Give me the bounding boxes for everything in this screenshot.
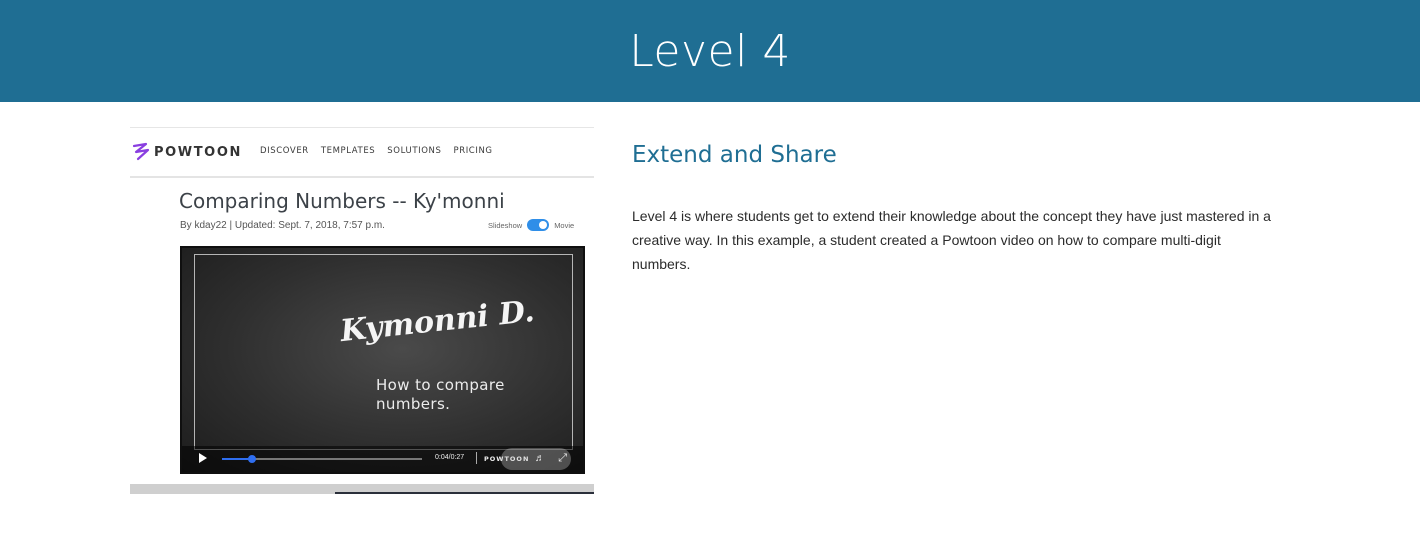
controls-divider <box>476 452 477 464</box>
screenshot-bottom-strip <box>335 492 594 494</box>
video-time: 0:04/0:27 <box>435 454 465 461</box>
section-body: Level 4 is where students get to extend … <box>632 208 1271 272</box>
chalk-subtitle: How to compare numbers. <box>376 376 505 413</box>
powtoon-brand: POWTOON <box>154 145 242 160</box>
video-controls: 0:04/0:27 POWTOON ♬ ⤢ <box>182 446 583 472</box>
powtoon-nav: POWTOON DISCOVER TEMPLATES SOLUTIONS PRI… <box>130 128 594 178</box>
toggle-left-label: Slideshow <box>488 220 523 230</box>
page-header: Level 4 <box>0 0 1420 102</box>
nav-link-pricing: PRICING <box>453 146 493 156</box>
nav-link-solutions: SOLUTIONS <box>387 146 442 156</box>
nav-link-templates: TEMPLATES <box>320 146 376 156</box>
chalk-frame <box>194 254 573 450</box>
play-icon <box>199 453 207 463</box>
powtoon-screenshot: POWTOON DISCOVER TEMPLATES SOLUTIONS PRI… <box>130 127 594 494</box>
view-toggle: Slideshow Movie <box>488 219 574 231</box>
progress-knob <box>248 455 256 463</box>
video-player: Kymonni D. How to compare numbers. 0:04/… <box>180 246 585 474</box>
nav-link-discover: DISCOVER <box>260 146 309 156</box>
powtoon-logo-icon <box>132 142 150 161</box>
toggle-switch <box>527 219 550 231</box>
section-heading: Extend and Share <box>632 142 837 168</box>
progress-track <box>222 455 422 463</box>
video-title: Comparing Numbers -- Ky'monni <box>179 189 505 213</box>
toggle-right-label: Movie <box>554 220 575 230</box>
volume-icon: ♬ <box>535 453 545 464</box>
page-title: Level 4 <box>629 25 791 77</box>
fullscreen-icon: ⤢ <box>558 452 567 464</box>
video-meta: By kday22 | Updated: Sept. 7, 2018, 7:57… <box>180 220 385 231</box>
